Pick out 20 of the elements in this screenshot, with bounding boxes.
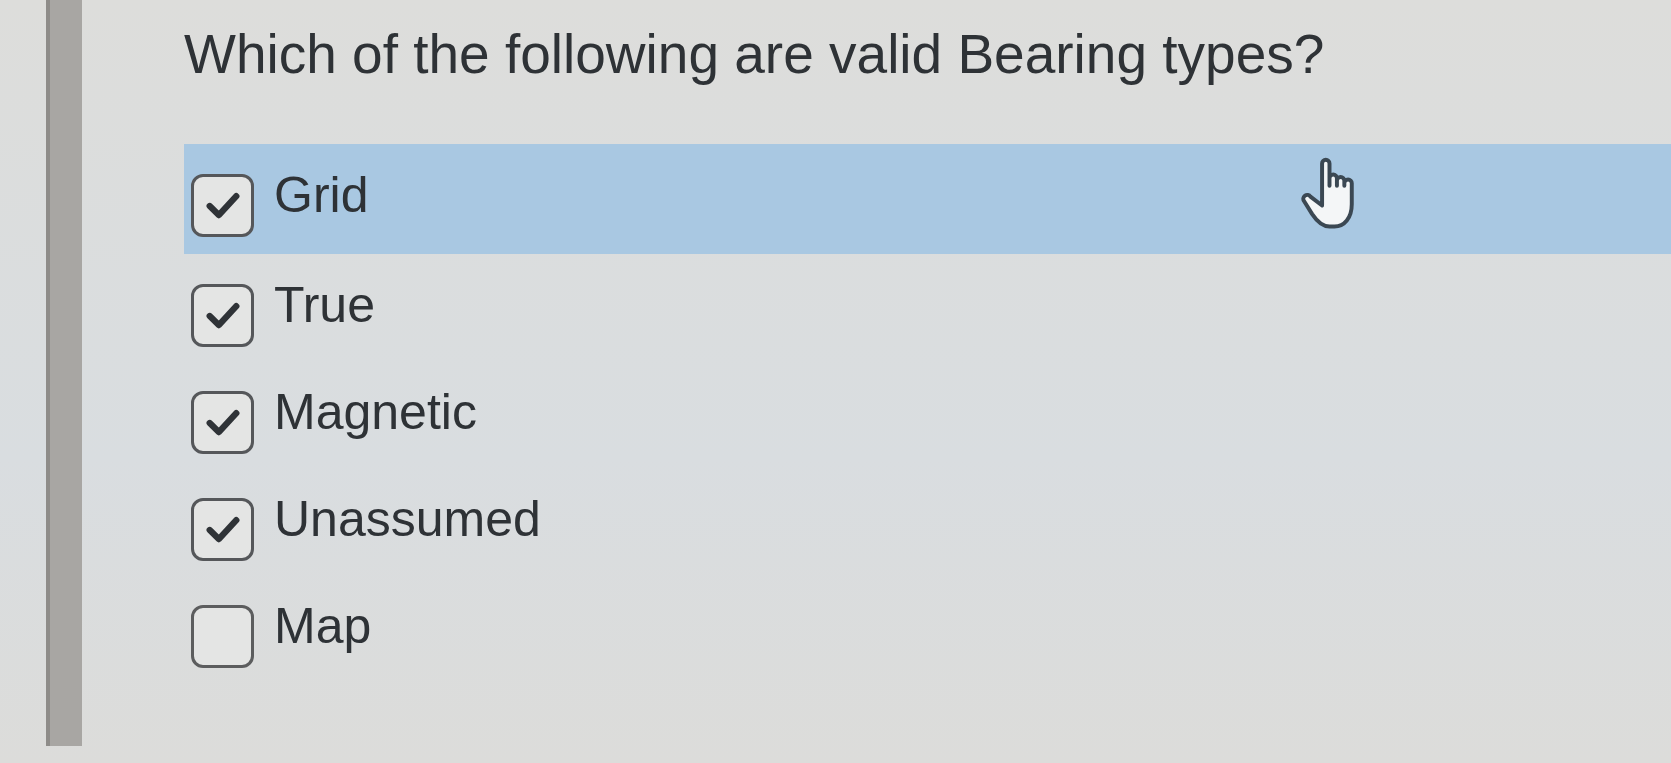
- checkmark-icon: [205, 191, 240, 220]
- checkmark-icon: [205, 408, 240, 437]
- checkbox[interactable]: [191, 391, 254, 454]
- option-label: Magnetic: [274, 383, 477, 442]
- answer-option[interactable]: Magnetic: [184, 361, 1671, 468]
- checkbox[interactable]: [191, 605, 254, 668]
- option-label: True: [274, 276, 375, 335]
- answer-option[interactable]: True: [184, 254, 1671, 361]
- answer-option[interactable]: Unassumed: [184, 468, 1671, 575]
- option-label: Map: [274, 597, 372, 656]
- checkbox[interactable]: [191, 284, 254, 347]
- checkmark-icon: [205, 515, 240, 544]
- checkbox[interactable]: [191, 498, 254, 561]
- answer-option[interactable]: Map: [184, 575, 1671, 682]
- checkmark-icon: [205, 301, 240, 330]
- option-label: Unassumed: [274, 490, 541, 549]
- checkbox[interactable]: [191, 174, 254, 237]
- answer-option[interactable]: Grid: [184, 144, 1671, 254]
- option-label: Grid: [274, 166, 369, 225]
- question-text: Which of the following are valid Bearing types?: [184, 22, 1325, 86]
